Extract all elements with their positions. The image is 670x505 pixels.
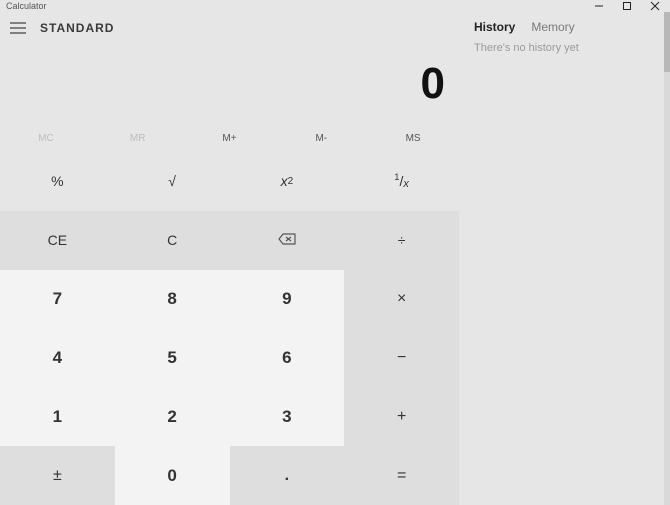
digit-3-button[interactable]: 3	[230, 387, 345, 446]
multiply-button[interactable]: ×	[344, 270, 459, 329]
result-display: 0	[0, 44, 459, 124]
maximize-button[interactable]	[622, 1, 632, 11]
window-title: Calculator	[6, 1, 47, 11]
reciprocal-num: 1	[394, 172, 399, 182]
square-exp: 2	[288, 176, 294, 187]
mem-recall-button: MR	[92, 133, 184, 144]
digit-5-button[interactable]: 5	[115, 328, 230, 387]
history-empty-text: There's no history yet	[460, 38, 670, 58]
tab-history[interactable]: History	[474, 20, 515, 34]
negate-button[interactable]: ±	[0, 446, 115, 505]
square-button[interactable]: x2	[230, 152, 345, 211]
digit-0-button[interactable]: 0	[115, 446, 230, 505]
mem-clear-button: MC	[0, 133, 92, 144]
reciprocal-button[interactable]: 1/x	[344, 152, 459, 211]
vertical-scrollbar[interactable]	[664, 12, 670, 505]
backspace-button[interactable]	[230, 211, 345, 270]
digit-8-button[interactable]: 8	[115, 270, 230, 329]
digit-2-button[interactable]: 2	[115, 387, 230, 446]
sqrt-button[interactable]: √	[115, 152, 230, 211]
equals-button[interactable]: =	[344, 446, 459, 505]
mem-minus-button[interactable]: M-	[275, 133, 367, 144]
decimal-button[interactable]: .	[230, 446, 345, 505]
close-button[interactable]	[650, 1, 660, 11]
tab-memory[interactable]: Memory	[531, 20, 574, 34]
digit-7-button[interactable]: 7	[0, 270, 115, 329]
hamburger-menu-icon[interactable]	[8, 18, 28, 38]
digit-6-button[interactable]: 6	[230, 328, 345, 387]
minimize-button[interactable]	[594, 1, 604, 11]
plus-button[interactable]: +	[344, 387, 459, 446]
digit-1-button[interactable]: 1	[0, 387, 115, 446]
digit-4-button[interactable]: 4	[0, 328, 115, 387]
square-base: x	[281, 173, 288, 189]
mem-store-button[interactable]: MS	[367, 133, 459, 144]
scrollbar-thumb[interactable]	[664, 12, 670, 72]
mode-label: STANDARD	[40, 21, 114, 35]
backspace-icon	[278, 232, 296, 248]
clear-button[interactable]: C	[115, 211, 230, 270]
mem-plus-button[interactable]: M+	[184, 133, 276, 144]
minus-button[interactable]: −	[344, 328, 459, 387]
divide-button[interactable]: ÷	[344, 211, 459, 270]
clear-entry-button[interactable]: CE	[0, 211, 115, 270]
reciprocal-x: x	[403, 178, 409, 190]
percent-button[interactable]: %	[0, 152, 115, 211]
digit-9-button[interactable]: 9	[230, 270, 345, 329]
